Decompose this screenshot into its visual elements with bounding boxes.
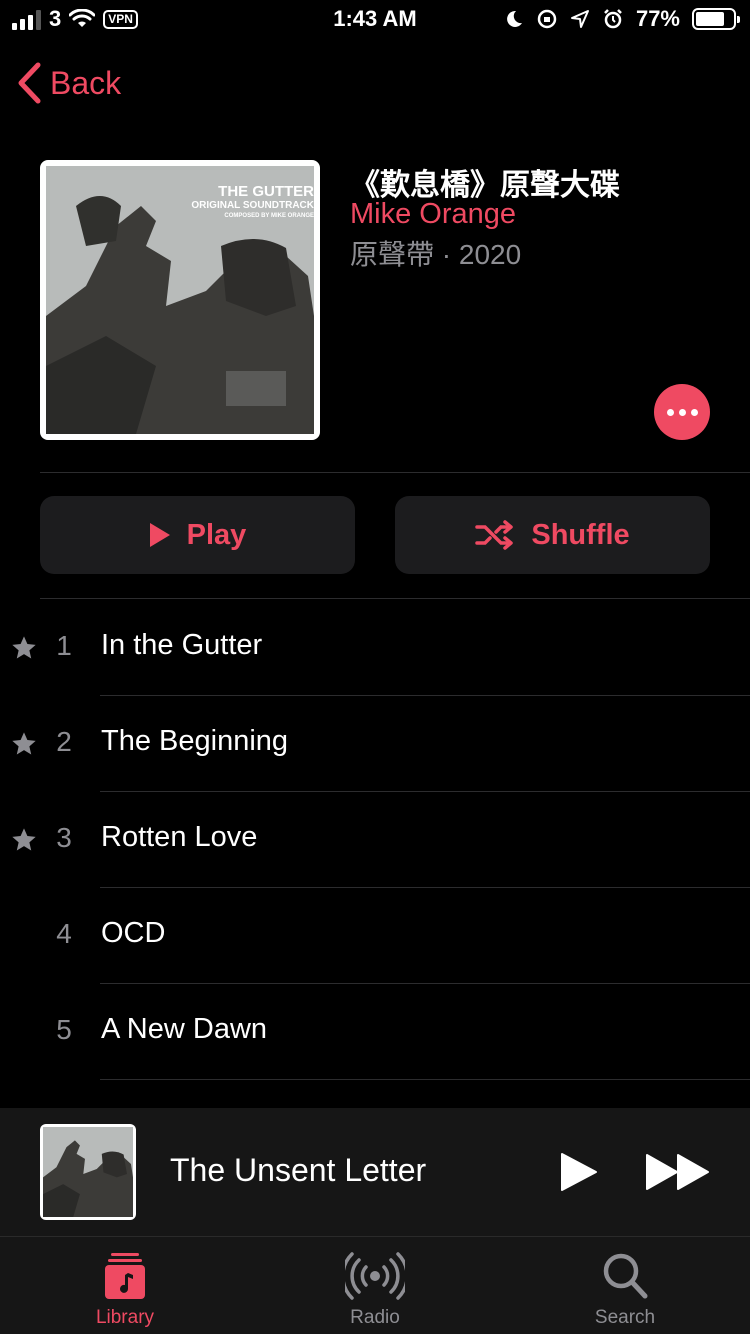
- track-row[interactable]: 2 The Beginning: [0, 696, 750, 792]
- search-icon: [603, 1253, 648, 1299]
- play-icon: [149, 523, 170, 547]
- tab-label: Library: [95, 1307, 155, 1328]
- track-row[interactable]: 5 A New Dawn: [0, 984, 750, 1080]
- track-number: 2: [56, 726, 72, 757]
- divider: [40, 472, 750, 473]
- status-bar: 3 VPN 1:43 AM 77%: [0, 0, 750, 40]
- track-title: A New Dawn: [101, 1013, 268, 1045]
- track-number: 3: [56, 822, 72, 853]
- track-list: 1 In the Gutter 2 The Beginning 3 Rotten…: [0, 600, 750, 1080]
- mini-player-artwork: [40, 1124, 136, 1220]
- back-button[interactable]: Back: [16, 62, 121, 104]
- fast-forward-icon[interactable]: [645, 1152, 711, 1192]
- track-title: In the Gutter: [101, 629, 263, 661]
- location-icon: [570, 10, 589, 28]
- divider: [40, 598, 750, 599]
- shuffle-label: Shuffle: [531, 518, 630, 551]
- tab-radio[interactable]: Radio: [250, 1237, 500, 1334]
- battery-icon: [692, 8, 740, 30]
- radio-icon: [345, 1252, 405, 1300]
- now-playing-title: The Unsent Letter: [170, 1152, 427, 1188]
- battery-percent: 77%: [635, 6, 680, 31]
- mini-player[interactable]: The Unsent Letter: [0, 1108, 750, 1236]
- star-icon: [12, 828, 36, 851]
- tab-label: Radio: [350, 1307, 400, 1328]
- tab-library[interactable]: Library: [0, 1237, 250, 1334]
- track-title: OCD: [101, 917, 166, 949]
- alarm-icon: [604, 9, 622, 29]
- album-cover: THE GUTTER ORIGINAL SOUNDTRACK COMPOSED …: [40, 160, 320, 440]
- chevron-left-icon: [18, 62, 41, 104]
- album-artist[interactable]: Mike Orange: [350, 198, 516, 231]
- dot: [690, 408, 698, 416]
- tab-label: Search: [594, 1307, 656, 1328]
- track-number: 4: [56, 918, 72, 949]
- album-meta: 原聲帶 · 2020: [350, 239, 522, 270]
- play-label: Play: [186, 518, 247, 551]
- track-title: Rotten Love: [101, 821, 258, 853]
- rotation-lock-icon: [537, 9, 557, 29]
- star-icon: [12, 732, 36, 755]
- track-row[interactable]: 4 OCD: [0, 888, 750, 984]
- star-icon: [12, 636, 36, 659]
- back-label: Back: [50, 64, 122, 101]
- more-options-button[interactable]: [654, 384, 710, 440]
- shuffle-icon: [475, 520, 514, 550]
- album-artwork: [43, 1127, 133, 1217]
- play-icon[interactable]: [560, 1152, 598, 1192]
- cover-text: THE GUTTER ORIGINAL SOUNDTRACK COMPOSED …: [191, 183, 314, 220]
- track-number: 1: [56, 630, 72, 661]
- track-title: The Beginning: [101, 725, 289, 757]
- moon-icon: [507, 10, 522, 27]
- track-row[interactable]: 3 Rotten Love: [0, 792, 750, 888]
- divider: [100, 1079, 750, 1080]
- track-row[interactable]: 1 In the Gutter: [0, 600, 750, 696]
- library-icon: [105, 1253, 145, 1299]
- track-number: 5: [56, 1014, 72, 1045]
- dot: [678, 408, 686, 416]
- shuffle-button[interactable]: Shuffle: [395, 496, 710, 574]
- tab-search[interactable]: Search: [500, 1237, 750, 1334]
- play-button[interactable]: Play: [40, 496, 355, 574]
- dot: [666, 408, 674, 416]
- tab-bar: Library Radio Search: [0, 1236, 750, 1334]
